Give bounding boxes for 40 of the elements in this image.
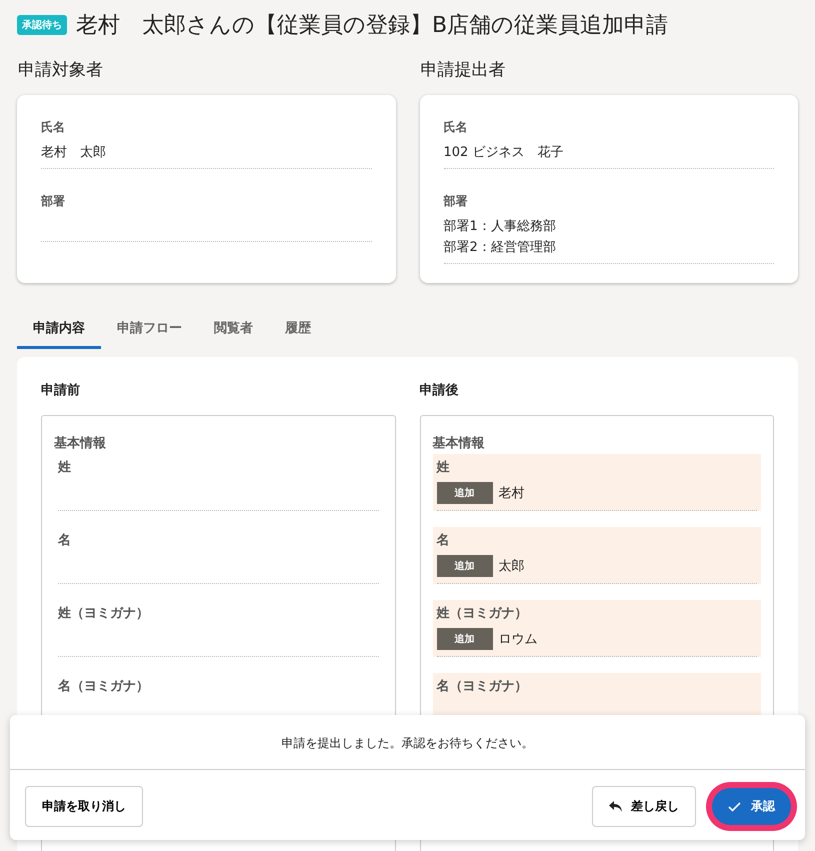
- field-label: 部署: [444, 193, 468, 210]
- field-label: 姓（ヨミガナ）: [436, 605, 528, 622]
- field-label: 名: [436, 532, 450, 549]
- cancel-button[interactable]: 申請を取り消し: [25, 786, 143, 827]
- status-message: 申請を提出しました。承認をお待ちください。: [10, 715, 805, 770]
- field-label: 姓: [58, 459, 72, 476]
- field-value: 部署2：経営管理部: [444, 239, 557, 257]
- field-value: 太郎: [498, 558, 524, 575]
- approve-button[interactable]: 承認: [712, 788, 791, 825]
- field-label: 姓: [436, 459, 450, 476]
- field-label: 名: [58, 532, 72, 549]
- section-title: 基本情報: [54, 435, 107, 452]
- return-button[interactable]: 差し戻し: [592, 786, 696, 827]
- tab[interactable]: 履歴: [269, 311, 327, 349]
- page-title: 老村 太郎さんの【従業員の登録】B店舗の従業員追加申請: [76, 12, 668, 40]
- field-value: 老村 太郎: [41, 144, 107, 162]
- field-label: 名（ヨミガナ）: [58, 678, 150, 695]
- field-label: 部署: [41, 193, 66, 210]
- field-label: 名（ヨミガナ）: [436, 678, 528, 695]
- added-tag: 追加: [436, 628, 492, 650]
- status-badge: 承認待ち: [17, 15, 67, 35]
- column-heading: 申請後: [420, 382, 460, 399]
- field-value: 老村: [498, 485, 524, 502]
- return-arrow-icon: [609, 800, 623, 812]
- field-value: ロウム: [498, 631, 538, 648]
- field-value: 部署1：人事総務部: [444, 218, 557, 236]
- added-tag: 追加: [436, 482, 492, 504]
- field-label: 氏名: [444, 119, 468, 136]
- check-icon: [728, 802, 741, 812]
- field-label: 姓（ヨミガナ）: [58, 605, 150, 622]
- column-heading: 申請前: [41, 382, 81, 399]
- field-label: 氏名: [41, 119, 66, 136]
- tab[interactable]: 申請内容: [17, 311, 101, 349]
- section-heading: 申請対象者: [18, 59, 104, 81]
- tab[interactable]: 申請フロー: [101, 311, 198, 349]
- added-tag: 追加: [436, 555, 492, 577]
- field-value: 102 ビジネス 花子: [444, 144, 564, 162]
- section-heading: 申請提出者: [420, 59, 506, 81]
- section-title: 基本情報: [432, 435, 486, 452]
- tab[interactable]: 閲覧者: [198, 311, 269, 349]
